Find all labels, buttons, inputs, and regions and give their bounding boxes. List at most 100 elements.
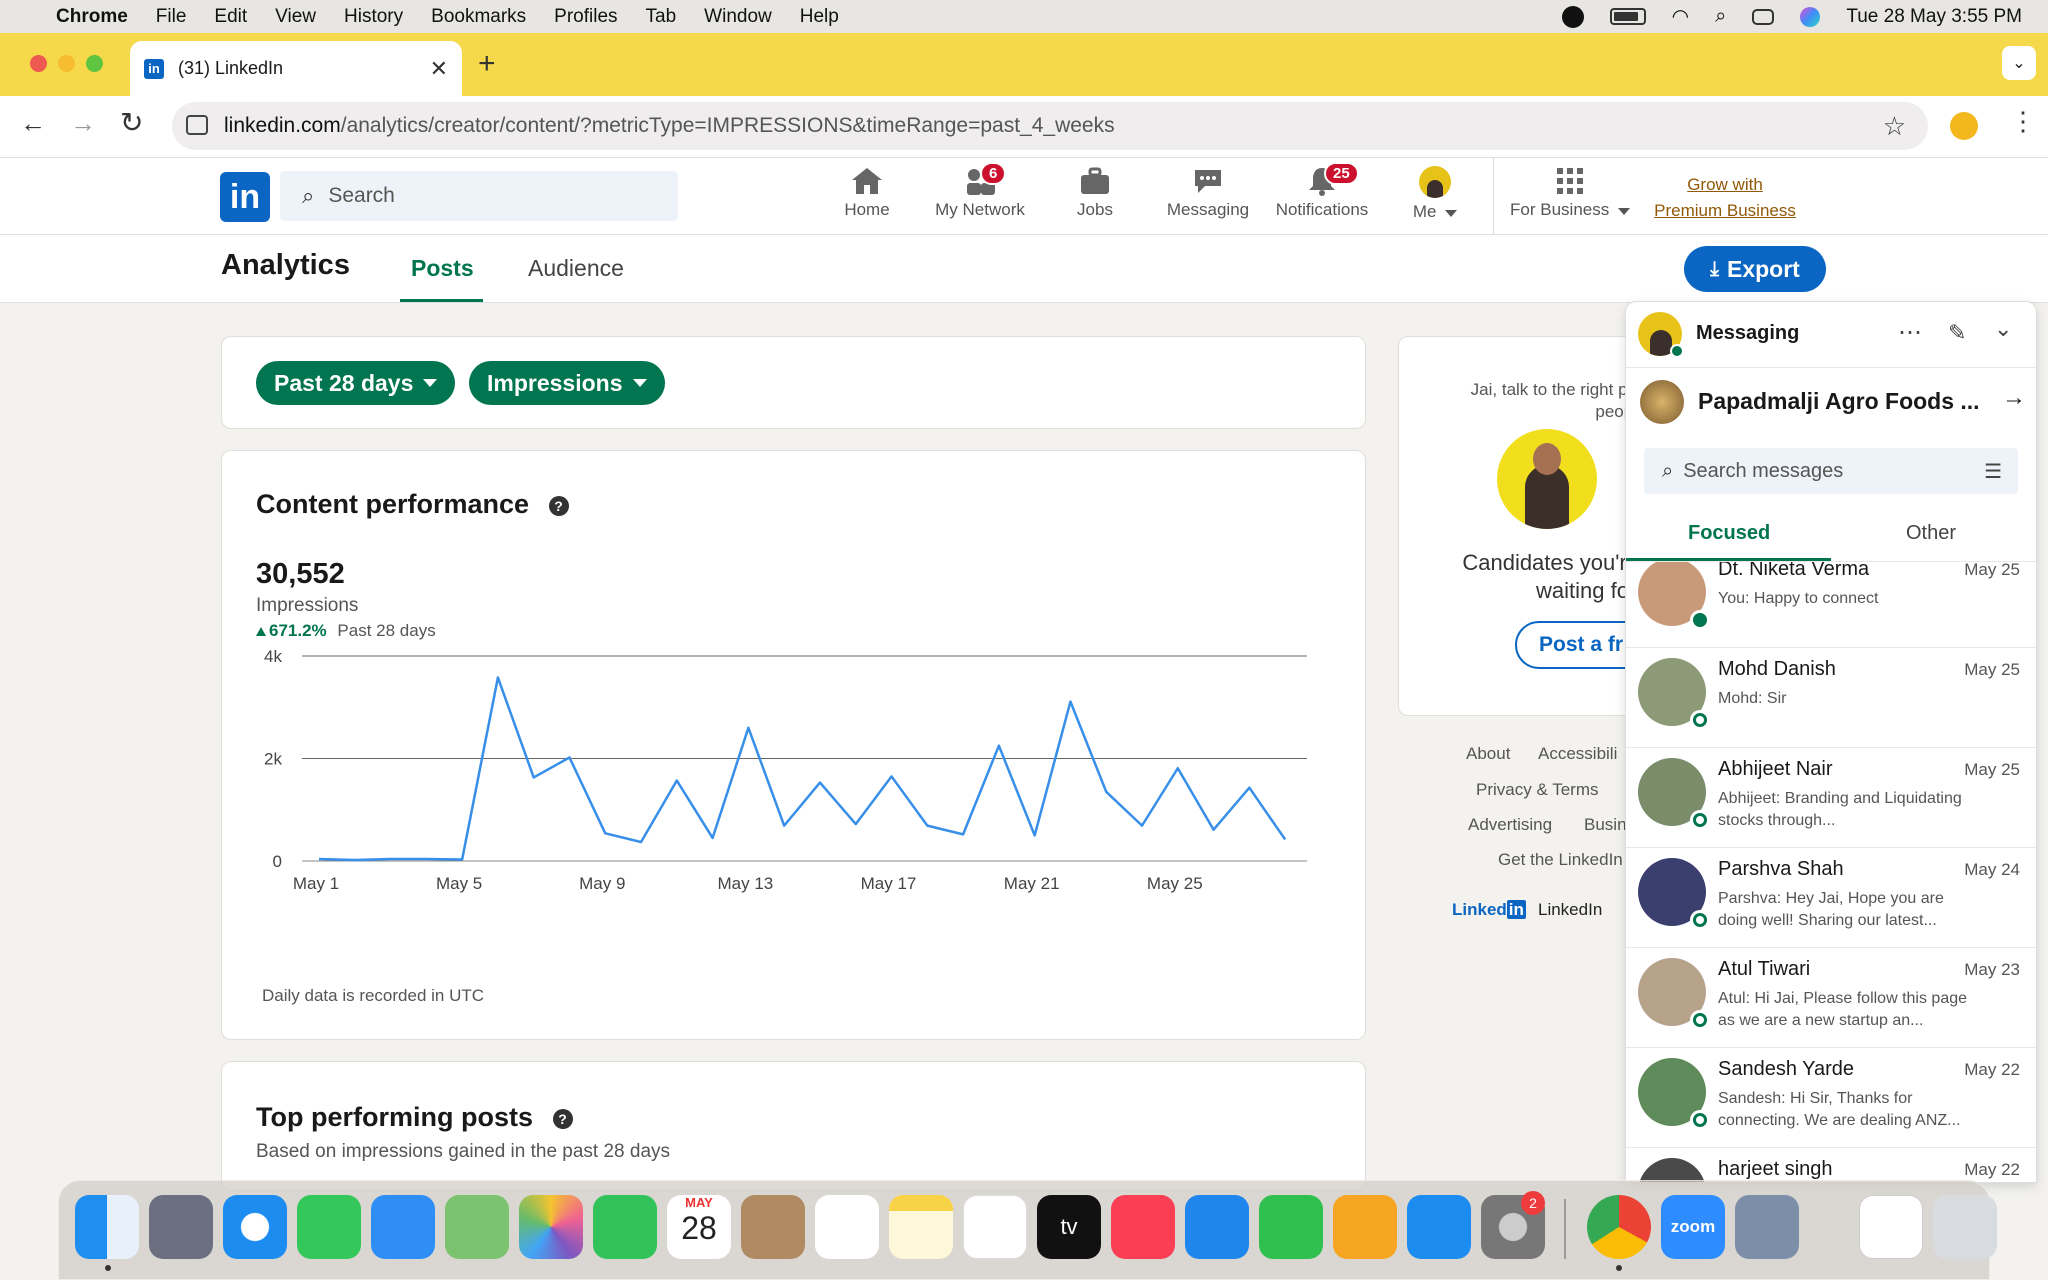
menu-window[interactable]: Window (704, 6, 772, 28)
zoom-app-icon[interactable]: zoom (1661, 1195, 1725, 1259)
pages-icon[interactable] (1333, 1195, 1397, 1259)
menubar-clock[interactable]: Tue 28 May 3:55 PM (1846, 6, 2022, 28)
conversation-item[interactable]: harjeet singh May 22 (1626, 1148, 2036, 1182)
launchpad-icon[interactable] (149, 1195, 213, 1259)
top-posts-help-icon[interactable]: ? (552, 1108, 573, 1129)
browser-tab[interactable]: in (31) LinkedIn ✕ (130, 41, 462, 96)
date-range-filter[interactable]: Past 28 days (256, 361, 456, 405)
premium-link[interactable]: Grow with Premium Business (1650, 172, 1800, 224)
conversation-item[interactable]: Atul Tiwari May 23 Atul: Hi Jai, Please fo… (1626, 948, 2036, 1048)
numbers-icon[interactable] (1259, 1195, 1323, 1259)
finder-icon[interactable] (75, 1195, 139, 1259)
mail-icon[interactable] (371, 1195, 435, 1259)
wifi-icon[interactable]: ◠ (1672, 4, 1689, 29)
apple-tv-icon[interactable]: tv (1037, 1195, 1101, 1259)
menu-file[interactable]: File (156, 6, 187, 28)
trash-icon[interactable] (1933, 1195, 1997, 1259)
conversation-item[interactable]: Mohd Danish May 25 Mohd: Sir (1626, 648, 2036, 748)
more-options-icon[interactable]: ⋯ (1898, 318, 1922, 347)
preview-icon[interactable] (1735, 1195, 1799, 1259)
nav-notifications[interactable]: Notifications 25 (1268, 162, 1376, 220)
menu-app-name[interactable]: Chrome (56, 6, 128, 28)
menu-history[interactable]: History (344, 6, 403, 28)
footer-privacy[interactable]: Privacy & Terms (1476, 780, 1599, 800)
menu-view[interactable]: View (275, 6, 316, 28)
help-icon[interactable]: ? (548, 495, 569, 516)
conversation-item[interactable]: Parshva Shah May 24 Parshva: Hey Jai, Hope… (1626, 848, 2036, 948)
nav-for-business[interactable]: For Business (1505, 166, 1635, 220)
zoom-window-icon[interactable] (86, 55, 103, 72)
forward-icon[interactable]: → (70, 108, 96, 139)
site-info-icon[interactable] (186, 115, 208, 135)
minimize-window-icon[interactable] (58, 55, 75, 72)
footer-advertising[interactable]: Advertising (1468, 815, 1552, 835)
conversation-item[interactable]: Dt. Niketa Verma May 25 You: Happy to conn… (1626, 562, 2036, 648)
document-app-icon[interactable] (1859, 1195, 1923, 1259)
control-center-icon[interactable] (1752, 8, 1775, 25)
footer-business[interactable]: Busin (1584, 815, 1627, 835)
menu-tab[interactable]: Tab (646, 6, 677, 28)
nav-jobs[interactable]: Jobs (1043, 166, 1147, 220)
filter-card: Past 28 days Impressions (221, 336, 1366, 429)
calendar-icon[interactable]: MAY 28 (667, 1195, 731, 1259)
new-tab-icon[interactable]: + (478, 47, 496, 81)
music-icon[interactable] (1111, 1195, 1175, 1259)
battery-icon[interactable] (1609, 8, 1646, 25)
menu-bookmarks[interactable]: Bookmarks (431, 6, 526, 28)
photos-icon[interactable] (519, 1195, 583, 1259)
compose-icon[interactable]: ✎ (1948, 320, 1966, 346)
maps-icon[interactable] (445, 1195, 509, 1259)
linkedin-logo-icon[interactable]: in (220, 172, 270, 222)
reminders-icon[interactable] (815, 1195, 879, 1259)
menu-help[interactable]: Help (800, 6, 839, 28)
back-icon[interactable]: ← (20, 108, 46, 139)
metric-filter[interactable]: Impressions (469, 361, 665, 405)
post-job-button[interactable]: Post a fr (1515, 621, 1637, 669)
safari-icon[interactable] (223, 1195, 287, 1259)
contacts-icon[interactable] (741, 1195, 805, 1259)
chrome-menu-icon[interactable]: ⋮ (2010, 106, 2036, 137)
close-window-icon[interactable] (30, 55, 47, 72)
app-store-icon[interactable] (1407, 1195, 1471, 1259)
global-search-input[interactable]: ⌕ Search (280, 171, 678, 221)
menu-edit[interactable]: Edit (214, 6, 247, 28)
tab-other[interactable]: Other (1906, 522, 1956, 545)
tab-audience[interactable]: Audience (528, 255, 624, 282)
tab-search-icon[interactable]: ⌄ (2002, 46, 2036, 80)
facetime-icon[interactable] (593, 1195, 657, 1259)
tab-posts-underline (400, 299, 483, 302)
keynote-icon[interactable] (1185, 1195, 1249, 1259)
footer-accessibility[interactable]: Accessibili (1538, 744, 1617, 764)
export-button[interactable]: ⤓ Export (1684, 246, 1826, 292)
close-tab-icon[interactable]: ✕ (430, 56, 448, 82)
nav-home[interactable]: Home (815, 166, 919, 220)
nav-my-network[interactable]: My Network 6 (928, 162, 1032, 220)
profile-avatar-icon[interactable] (1950, 112, 1978, 140)
conversation-item[interactable]: Sandesh Yarde May 22 Sandesh: Hi Sir, Than… (1626, 1048, 2036, 1148)
freeform-icon[interactable] (963, 1195, 1027, 1259)
nav-me[interactable]: Me (1384, 166, 1486, 222)
nav-me-label: Me (1412, 202, 1437, 221)
org-arrow-icon[interactable]: → (2002, 384, 2026, 412)
messages-icon[interactable] (297, 1195, 361, 1259)
search-messages-input[interactable]: ⌕ Search messages ☰ (1644, 448, 2018, 494)
messaging-header[interactable]: Messaging ⋯ ✎ ⌄ (1626, 302, 2036, 368)
filter-icon[interactable]: ☰ (1984, 459, 2002, 484)
org-switcher[interactable]: Papadmalji Agro Foods ... → (1626, 368, 2036, 434)
chrome-icon[interactable] (1587, 1195, 1651, 1259)
conversation-item[interactable]: Abhijeet Nair May 25 Abhijeet: Branding an… (1626, 748, 2036, 848)
bookmark-star-icon[interactable]: ☆ (1883, 111, 1906, 142)
tab-posts[interactable]: Posts (411, 255, 474, 282)
grammarly-icon[interactable] (1561, 5, 1584, 28)
address-bar[interactable]: linkedin.com/analytics/creator/content/?… (172, 102, 1928, 150)
collapse-chevron-icon[interactable]: ⌄ (1994, 316, 2012, 342)
menu-profiles[interactable]: Profiles (554, 6, 617, 28)
spotlight-icon[interactable]: ⌕ (1715, 5, 1726, 28)
tab-focused[interactable]: Focused (1688, 522, 1770, 545)
reload-icon[interactable]: ↻ (120, 106, 143, 139)
nav-messaging[interactable]: Messaging (1156, 166, 1260, 220)
footer-about[interactable]: About (1466, 744, 1510, 764)
siri-icon[interactable] (1800, 6, 1821, 27)
footer-get-app[interactable]: Get the LinkedIn (1498, 850, 1623, 870)
notes-icon[interactable] (889, 1195, 953, 1259)
